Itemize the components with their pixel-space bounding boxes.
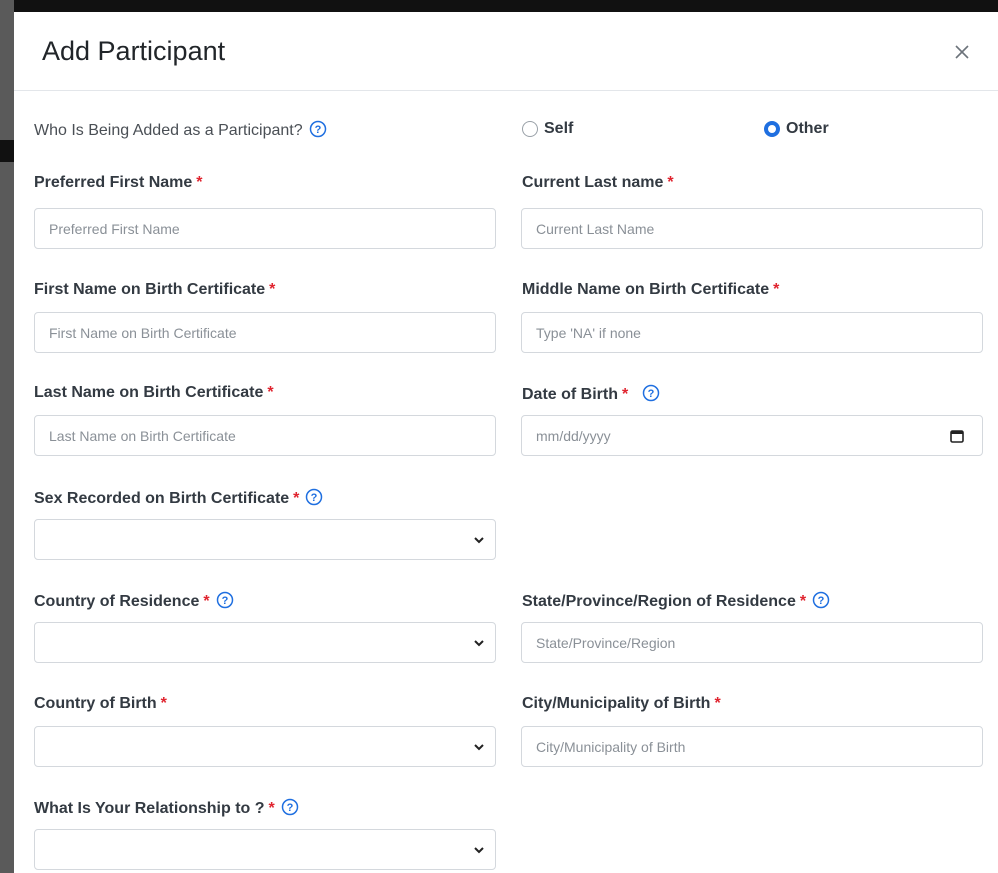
city-of-birth-label-text: City/Municipality of Birth [522, 695, 711, 712]
birth-middle-name-label-text: Middle Name on Birth Certificate [522, 281, 770, 298]
state-of-residence-label: State/Province/Region of Residence *? [522, 591, 830, 611]
sex-label-text: Sex Recorded on Birth Certificate [34, 490, 290, 507]
svg-text:?: ? [311, 492, 318, 504]
chevron-down-icon [474, 640, 484, 647]
country-of-birth-select[interactable] [34, 726, 496, 767]
radio-self-circle[interactable] [522, 121, 538, 137]
birth-last-name-label: Last Name on Birth Certificate * [34, 384, 274, 402]
country-of-birth-label-text: Country of Birth [34, 695, 157, 712]
relationship-label-text: What Is Your Relationship to ? [34, 800, 265, 817]
backdrop-top-edge [0, 0, 998, 12]
radio-self-label: Self [544, 120, 574, 137]
help-icon[interactable]: ? [642, 384, 660, 402]
help-icon[interactable]: ? [281, 798, 299, 816]
radio-other-label: Other [786, 120, 829, 137]
birth-first-name-input[interactable] [34, 312, 496, 353]
add-participant-modal: Add Participant Who Is Being Added as a … [14, 12, 998, 873]
relationship-label: What Is Your Relationship to ? *? [34, 798, 299, 818]
birth-middle-name-input[interactable] [521, 312, 983, 353]
city-of-birth-input[interactable] [521, 726, 983, 767]
date-of-birth-label-text: Date of Birth [522, 386, 618, 403]
calendar-icon[interactable] [950, 429, 964, 443]
svg-text:?: ? [286, 802, 293, 814]
country-of-residence-label: Country of Residence *? [34, 591, 234, 611]
required-marker: * [268, 800, 275, 817]
required-marker: * [622, 386, 629, 403]
date-of-birth-placeholder: mm/dd/yyyy [536, 428, 611, 444]
chevron-down-icon [474, 537, 484, 544]
required-marker: * [269, 281, 276, 298]
current-last-name-label-text: Current Last name [522, 174, 664, 191]
birth-last-name-label-text: Last Name on Birth Certificate [34, 384, 264, 401]
country-of-residence-label-text: Country of Residence [34, 593, 200, 610]
chevron-down-icon [474, 744, 484, 751]
svg-text:?: ? [314, 124, 321, 136]
sex-select[interactable] [34, 519, 496, 560]
svg-text:?: ? [221, 595, 228, 607]
relationship-select[interactable] [34, 829, 496, 870]
help-icon[interactable]: ? [309, 120, 327, 138]
help-icon[interactable]: ? [216, 591, 234, 609]
city-of-birth-label: City/Municipality of Birth * [522, 695, 721, 713]
close-button[interactable] [948, 38, 976, 66]
svg-text:?: ? [818, 595, 825, 607]
date-of-birth-label: Date of Birth *? [522, 384, 660, 404]
radio-other[interactable]: Other [764, 120, 829, 138]
required-marker: * [196, 174, 203, 191]
required-marker: * [203, 593, 210, 610]
backdrop-left-edge [0, 0, 14, 873]
preferred-first-name-input[interactable] [34, 208, 496, 249]
chevron-down-icon [474, 847, 484, 854]
participant-type-question: Who Is Being Added as a Participant?? [34, 120, 327, 140]
current-last-name-input[interactable] [521, 208, 983, 249]
current-last-name-label: Current Last name * [522, 174, 674, 192]
required-marker: * [160, 695, 167, 712]
required-marker: * [714, 695, 721, 712]
sex-label: Sex Recorded on Birth Certificate *? [34, 488, 323, 508]
radio-other-circle[interactable] [764, 121, 780, 137]
modal-title: Add Participant [42, 36, 226, 66]
modal-header: Add Participant [14, 12, 998, 91]
required-marker: * [667, 174, 674, 191]
backdrop-left-mark [0, 140, 14, 162]
preferred-first-name-label-text: Preferred First Name [34, 174, 193, 191]
country-of-birth-label: Country of Birth * [34, 695, 167, 713]
svg-text:?: ? [648, 388, 655, 400]
state-of-residence-label-text: State/Province/Region of Residence [522, 593, 796, 610]
birth-last-name-input[interactable] [34, 415, 496, 456]
state-of-residence-input[interactable] [521, 622, 983, 663]
birth-first-name-label: First Name on Birth Certificate * [34, 281, 275, 299]
date-of-birth-input[interactable]: mm/dd/yyyy [521, 415, 983, 456]
help-icon[interactable]: ? [305, 488, 323, 506]
birth-first-name-label-text: First Name on Birth Certificate [34, 281, 266, 298]
required-marker: * [799, 593, 807, 610]
birth-middle-name-label: Middle Name on Birth Certificate * [522, 281, 779, 299]
required-marker: * [773, 281, 780, 298]
required-marker: * [293, 490, 300, 507]
participant-type-question-text: Who Is Being Added as a Participant? [34, 122, 303, 139]
preferred-first-name-label: Preferred First Name * [34, 174, 203, 192]
required-marker: * [267, 384, 274, 401]
close-icon [955, 45, 969, 59]
radio-self[interactable]: Self [522, 120, 573, 138]
country-of-residence-select[interactable] [34, 622, 496, 663]
help-icon[interactable]: ? [812, 591, 830, 609]
